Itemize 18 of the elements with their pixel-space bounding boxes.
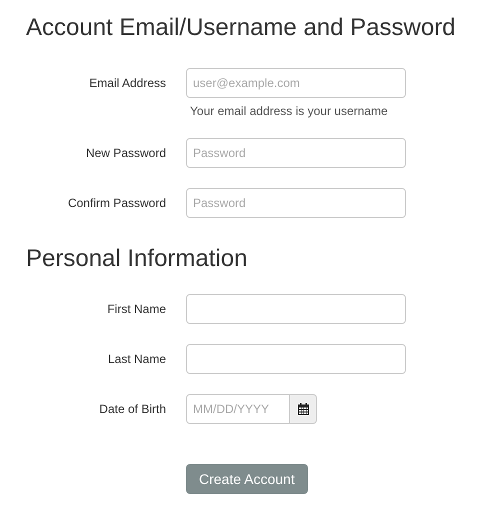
input-field[interactable]: Password	[186, 188, 406, 218]
field-label: Date of Birth	[98, 401, 166, 416]
date-field[interactable]: MM/DD/YYYY	[186, 394, 290, 424]
calendar-button[interactable]	[290, 394, 317, 424]
field-label: Email Address	[88, 75, 166, 90]
input-field[interactable]: user@example.com	[186, 68, 406, 98]
create-account-button[interactable]: Create Account	[186, 464, 308, 494]
input-field[interactable]: Password	[186, 138, 406, 168]
input-field[interactable]	[186, 294, 406, 324]
field-label: First Name	[106, 301, 166, 316]
field-label: Confirm Password	[66, 195, 166, 210]
input-field[interactable]	[186, 344, 406, 374]
calendar-icon	[298, 403, 308, 415]
field-label: New Password	[84, 145, 166, 160]
section-heading: Personal Information	[26, 244, 248, 274]
help-text: Your email address is your username	[190, 104, 389, 118]
section-heading: Account Email/Username and Password	[26, 13, 457, 43]
field-label: Last Name	[106, 351, 166, 366]
